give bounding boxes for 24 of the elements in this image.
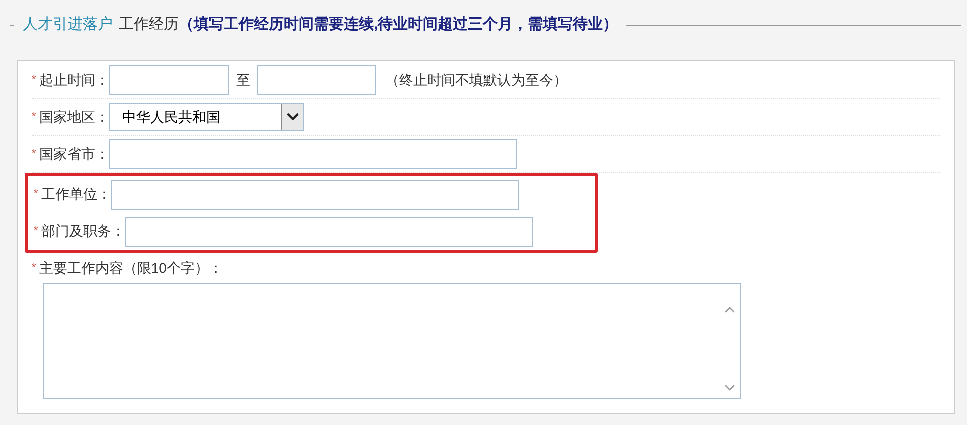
start-date-field[interactable]	[109, 65, 230, 95]
content-textarea[interactable]	[43, 283, 741, 399]
required-mark: *	[32, 146, 36, 162]
required-mark: *	[32, 72, 36, 88]
required-mark: *	[32, 261, 36, 276]
text-field[interactable]	[125, 216, 534, 246]
field-label: 国家地区：	[39, 108, 110, 126]
text-field[interactable]	[109, 139, 518, 169]
range-separator: 至	[236, 70, 250, 90]
text-field[interactable]	[111, 180, 520, 210]
section-prefix: 人才引进落户	[23, 14, 113, 35]
field-label: 国家省市：	[39, 144, 110, 164]
required-mark: *	[34, 187, 38, 202]
country-select[interactable]: 中华人民共和国	[109, 103, 304, 131]
required-mark: *	[32, 110, 36, 125]
field-label: 工作单位：	[41, 185, 112, 204]
field-label: 起止时间：	[39, 70, 110, 90]
section-note: （填写工作经历时间需要连续,待业时间超过三个月，需填写待业）	[179, 14, 618, 35]
field-label: 部门及职务：	[41, 222, 126, 241]
section-title: 工作经历	[119, 14, 179, 35]
date-hint: （终止时间不填默认为至今）	[385, 70, 568, 90]
end-date-field[interactable]	[257, 65, 376, 95]
required-mark: *	[34, 224, 38, 240]
field-label: 主要工作内容（限10个字）：	[39, 259, 223, 278]
